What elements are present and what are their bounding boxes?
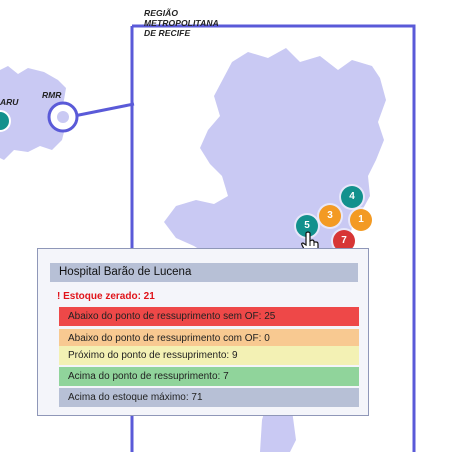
status-row-near-reorder: Próximo do ponto de ressuprimento: 9	[59, 346, 359, 365]
rmr-label: RMR	[42, 90, 62, 100]
status-row-below-reorder-no-po: Abaixo do ponto de ressuprimento sem OF:…	[59, 307, 359, 326]
left-region-label: ARU	[0, 97, 19, 107]
region-title-line-1: REGIÃO	[144, 8, 179, 18]
marker-value: 5	[304, 220, 310, 231]
marker-value: 3	[327, 210, 333, 221]
marker-orange-3[interactable]: 3	[319, 205, 341, 227]
region-title: REGIÃO METROPOLITANA DE RECIFE	[144, 8, 219, 38]
status-row-above-max: Acima do estoque máximo: 71	[59, 388, 359, 407]
marker-teal-4[interactable]: 4	[341, 186, 363, 208]
zero-stock-alert: ! Estoque zerado: 21	[57, 291, 155, 302]
popup-title: Hospital Barão de Lucena	[50, 263, 358, 282]
status-row-above-reorder: Acima do ponto de ressuprimento: 7	[59, 367, 359, 386]
marker-value: 7	[341, 235, 347, 246]
marker-value: 1	[358, 214, 364, 225]
region-title-line-3: DE RECIFE	[144, 28, 191, 38]
marker-value: 4	[349, 191, 355, 202]
hospital-info-popup: Hospital Barão de Lucena ! Estoque zerad…	[37, 248, 369, 416]
marker-orange-1[interactable]: 1	[350, 209, 372, 231]
region-title-line-2: METROPOLITANA	[144, 18, 219, 28]
